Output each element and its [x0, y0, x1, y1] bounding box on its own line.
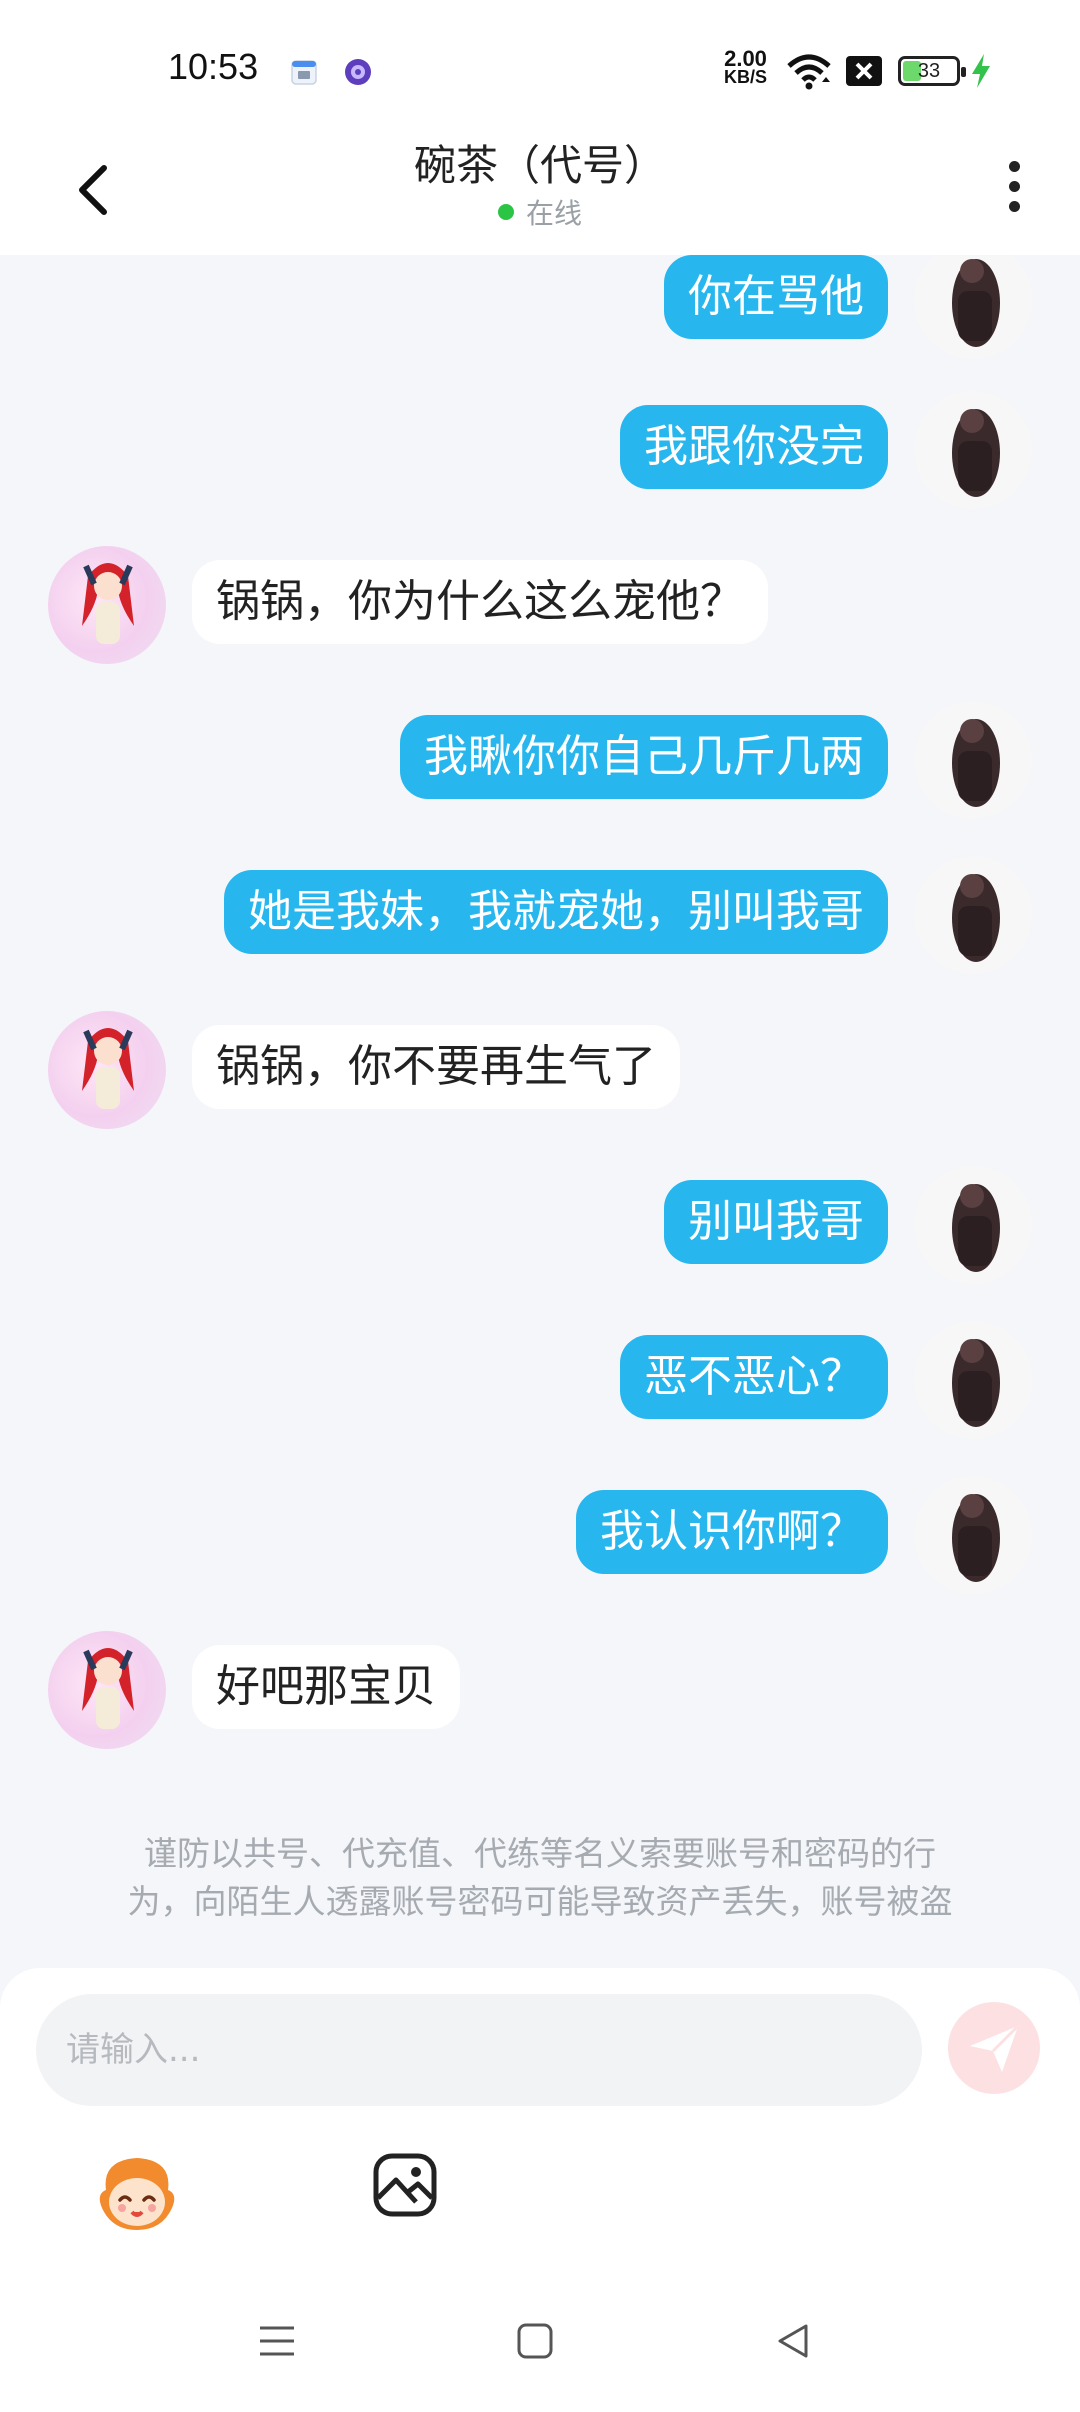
- image-button[interactable]: [372, 2152, 438, 2218]
- warning-line-1: 谨防以共号、代充值、代练等名义索要账号和密码的行: [144, 1834, 936, 1873]
- avatar-figure-icon: [952, 1494, 1000, 1582]
- back-triangle-icon: [778, 2324, 808, 2358]
- message-row: 她是我妹，我就宠她，别叫我哥: [0, 856, 1080, 988]
- message-row: 锅锅，你为什么这么宠他？: [0, 546, 900, 678]
- avatar-girl-icon: [82, 1028, 134, 1109]
- image-icon: [373, 2153, 437, 2217]
- message-row: 我跟你没完: [380, 391, 1080, 523]
- warning-line-2: 为，向陌生人透露账号密码可能导致资产丢失，账号被盗: [127, 1882, 953, 1921]
- battery-label: 33: [917, 60, 941, 82]
- avatar-figure-icon: [952, 1339, 1000, 1427]
- more-options-button[interactable]: [998, 152, 1030, 232]
- security-warning: 谨防以共号、代充值、代练等名义索要账号和密码的行 为，向陌生人透露账号密码可能导…: [80, 1830, 1000, 1926]
- more-vertical-icon: [1008, 161, 1020, 172]
- nav-home-button[interactable]: [516, 2322, 554, 2364]
- message-input[interactable]: [36, 1994, 922, 2106]
- wifi-icon: [786, 52, 832, 96]
- emoji-button[interactable]: [92, 2150, 182, 2240]
- avatar-figure-icon: [952, 719, 1000, 807]
- status-time: 10:53: [168, 46, 259, 87]
- sim-blocked-icon: [846, 56, 882, 90]
- message-bubble[interactable]: 她是我妹，我就宠她，别叫我哥: [224, 870, 888, 954]
- online-status-label: 在线: [525, 197, 582, 230]
- composer: [0, 1968, 1080, 2412]
- contact-avatar[interactable]: [48, 1631, 166, 1749]
- message-row: 我认识你啊？: [330, 1476, 1080, 1608]
- message-bubble[interactable]: 我跟你没完: [620, 405, 888, 489]
- contact-avatar[interactable]: [48, 546, 166, 664]
- message-bubble[interactable]: 锅锅，你为什么这么宠他？: [192, 560, 768, 644]
- charging-icon: [970, 54, 992, 92]
- message-bubble[interactable]: 恶不恶心？: [620, 1335, 888, 1419]
- message-bubble[interactable]: 锅锅，你不要再生气了: [192, 1025, 680, 1109]
- message-bubble[interactable]: 我瞅你你自己几斤几两: [400, 715, 888, 799]
- online-dot: [497, 204, 514, 220]
- message-bubble[interactable]: 我认识你啊？: [576, 1490, 888, 1574]
- status-bar: 10:53 2.00 KB/S 33: [0, 0, 1080, 130]
- message-row: 好吧那宝贝: [0, 1631, 900, 1763]
- message-row: 你在骂他: [480, 255, 1080, 373]
- battery-cap: [961, 67, 966, 77]
- my-avatar[interactable]: [914, 255, 1032, 359]
- message-row: 锅锅，你不要再生气了: [0, 1011, 900, 1143]
- my-avatar[interactable]: [914, 391, 1032, 509]
- my-avatar[interactable]: [914, 1321, 1032, 1439]
- message-list[interactable]: 你在骂他 我跟你没完 锅锅，你为什么这么宠他？ 我瞅你你自己几斤几两 她是我妹，…: [0, 255, 1080, 1965]
- my-avatar[interactable]: [914, 1476, 1032, 1594]
- emoji-mascot-icon: [99, 2158, 175, 2230]
- send-icon: [970, 2024, 1020, 2072]
- avatar-figure-icon: [952, 1184, 1000, 1272]
- message-bubble[interactable]: 好吧那宝贝: [192, 1645, 460, 1729]
- app-notification-icon: [344, 58, 372, 90]
- nav-back-button[interactable]: [774, 2322, 812, 2364]
- my-avatar[interactable]: [914, 856, 1032, 974]
- my-avatar[interactable]: [914, 701, 1032, 819]
- my-avatar[interactable]: [914, 1166, 1032, 1284]
- battery-indicator: 33: [898, 56, 966, 86]
- message-row: 别叫我哥: [480, 1166, 1080, 1298]
- avatar-girl-icon: [82, 563, 134, 644]
- chat-title: 碗茶（代号）: [413, 141, 666, 190]
- online-status: 在线: [0, 192, 1080, 232]
- message-bubble[interactable]: 你在骂他: [664, 255, 888, 339]
- avatar-girl-icon: [82, 1648, 134, 1729]
- nav-menu-button[interactable]: [258, 2324, 296, 2362]
- network-speed: 2.00 KB/S: [724, 46, 768, 87]
- calendar-notification-icon: [290, 58, 318, 90]
- home-square-icon: [517, 2323, 553, 2359]
- avatar-figure-icon: [952, 874, 1000, 962]
- contact-avatar[interactable]: [48, 1011, 166, 1129]
- avatar-figure-icon: [952, 259, 1000, 347]
- avatar-figure-icon: [952, 409, 1000, 497]
- chat-header: 碗茶（代号） 在线: [0, 130, 1080, 255]
- send-button[interactable]: [948, 2002, 1040, 2094]
- message-row: 我瞅你你自己几斤几两: [80, 701, 1080, 833]
- menu-icon: [260, 2326, 294, 2356]
- message-row: 恶不恶心？: [380, 1321, 1080, 1453]
- message-bubble[interactable]: 别叫我哥: [664, 1180, 888, 1264]
